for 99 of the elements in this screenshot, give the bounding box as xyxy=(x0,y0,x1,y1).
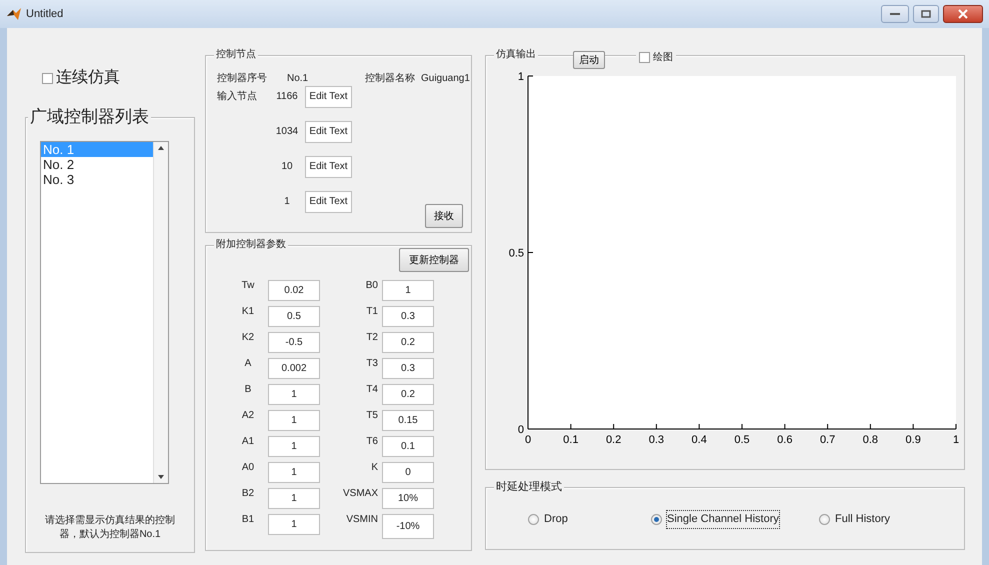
checkbox[interactable] xyxy=(639,52,650,63)
tick-label: 0.3 xyxy=(648,434,664,446)
group-title: 附加控制器参数 xyxy=(214,239,288,251)
param-label: T2 xyxy=(365,331,379,345)
maximize-icon xyxy=(921,10,931,18)
text-field[interactable]: 1 xyxy=(268,436,320,457)
param-label: Tw xyxy=(240,279,256,293)
param-label: A2 xyxy=(240,409,256,423)
radio-label[interactable]: Single Channel History xyxy=(667,511,779,528)
listbox[interactable]: No. 1 No. 2 No. 3 xyxy=(40,141,169,484)
field-label: 控制器名称 xyxy=(365,72,416,86)
start-button[interactable]: 启动 xyxy=(573,51,605,69)
param-label: K2 xyxy=(240,331,256,345)
param-label: T1 xyxy=(365,305,379,319)
param-label: A1 xyxy=(240,435,256,449)
text-field[interactable]: 1 xyxy=(268,410,320,431)
text-field[interactable]: -10% xyxy=(382,514,434,539)
group-title: 广域控制器列表 xyxy=(28,107,151,127)
text-field[interactable]: 0.5 xyxy=(268,306,320,327)
param-label: A xyxy=(244,357,252,371)
text-field[interactable]: 1 xyxy=(268,488,320,509)
radio-button[interactable] xyxy=(819,514,830,525)
text-field[interactable]: Edit Text xyxy=(305,190,352,212)
param-label: K1 xyxy=(240,305,256,319)
list-item[interactable]: No. 2 xyxy=(41,157,153,172)
text-field[interactable]: Edit Text xyxy=(305,86,352,108)
text-field[interactable]: 0.1 xyxy=(382,436,434,457)
update-button[interactable]: 更新控制器 xyxy=(399,248,469,272)
group-title: 时延处理模式 xyxy=(494,481,564,493)
param-label: T5 xyxy=(365,409,379,423)
param-label: T4 xyxy=(365,383,379,397)
param-label: VSMAX xyxy=(342,487,379,501)
node-number: 1034 xyxy=(274,125,300,139)
radio-button[interactable] xyxy=(651,514,662,525)
checkbox[interactable] xyxy=(42,72,53,84)
text-field[interactable]: 0.3 xyxy=(382,306,434,327)
window-title: Untitled xyxy=(26,6,64,22)
text-field[interactable]: Edit Text xyxy=(305,120,352,142)
minimize-button[interactable] xyxy=(881,5,909,23)
close-icon xyxy=(958,9,968,19)
checkbox-label[interactable]: 连续仿真 xyxy=(56,66,120,90)
node-number: 1166 xyxy=(275,90,299,104)
tick-label: 0.8 xyxy=(862,434,878,446)
group-title: 仿真输出 xyxy=(494,49,538,61)
param-label: B2 xyxy=(240,487,256,501)
tick-label: 0.5 xyxy=(734,434,750,446)
text-field[interactable]: 0.02 xyxy=(268,280,320,301)
receive-button[interactable]: 接收 xyxy=(425,204,463,228)
list-item[interactable]: No. 3 xyxy=(41,172,153,187)
down-arrow-icon[interactable] xyxy=(158,475,164,479)
tick-label: 0.7 xyxy=(820,434,836,446)
param-label: B0 xyxy=(364,279,379,293)
text-field[interactable]: 1 xyxy=(268,462,320,483)
param-label: B1 xyxy=(240,513,256,527)
node-number: 1 xyxy=(283,195,291,209)
field-label: 控制器序号 xyxy=(217,72,268,86)
text-field[interactable]: 0.3 xyxy=(382,358,434,379)
tick-label: 0.9 xyxy=(906,434,921,446)
radio-button[interactable] xyxy=(528,514,539,525)
tick-label: 0 xyxy=(518,424,524,436)
maximize-button[interactable] xyxy=(913,5,939,23)
up-arrow-icon[interactable] xyxy=(158,146,164,150)
text-field[interactable]: 0 xyxy=(382,462,434,483)
text-field[interactable]: 0.2 xyxy=(382,332,434,353)
radio-label[interactable]: Full History xyxy=(835,511,890,528)
node-number: 10 xyxy=(280,160,294,174)
field-value: No.1 xyxy=(287,72,310,86)
text-field[interactable]: -0.5 xyxy=(268,332,320,353)
param-label: T3 xyxy=(365,357,379,371)
hint-text: 请选择需显示仿真结果的控制器，默认为控制器No.1 xyxy=(44,514,176,542)
tick-label: 0 xyxy=(524,434,532,446)
tick-label: 0.2 xyxy=(606,434,622,446)
app-icon xyxy=(6,7,22,21)
field-label: 输入节点 xyxy=(217,90,258,104)
text-field[interactable]: 10% xyxy=(382,488,434,509)
text-field[interactable]: Edit Text xyxy=(305,156,352,178)
tick-label: 1 xyxy=(952,434,960,446)
radio-label[interactable]: Drop xyxy=(544,511,568,528)
tick-label: 0.4 xyxy=(692,434,707,446)
tick-label: 1 xyxy=(518,71,524,83)
text-field[interactable]: 0.002 xyxy=(268,358,320,379)
param-label: T6 xyxy=(365,435,379,449)
text-field[interactable]: 1 xyxy=(382,280,434,301)
scrollbar[interactable] xyxy=(153,142,168,483)
text-field[interactable]: 1 xyxy=(268,384,320,405)
minimize-icon xyxy=(890,12,900,16)
tick-label: 0.6 xyxy=(777,434,792,446)
text-field[interactable]: 1 xyxy=(268,514,320,535)
param-label: A0 xyxy=(240,461,256,475)
close-button[interactable] xyxy=(943,5,983,23)
tick-label: 0.1 xyxy=(563,434,578,446)
field-value: Guiguang1 xyxy=(421,72,470,86)
text-field[interactable]: 0.2 xyxy=(382,384,434,405)
group-title: 控制节点 xyxy=(214,49,258,61)
param-label: B xyxy=(244,383,252,397)
param-label: VSMIN xyxy=(345,513,379,527)
text-field[interactable]: 0.15 xyxy=(382,410,434,431)
tick-label: 0.5 xyxy=(508,248,524,260)
param-label: K xyxy=(370,461,379,475)
